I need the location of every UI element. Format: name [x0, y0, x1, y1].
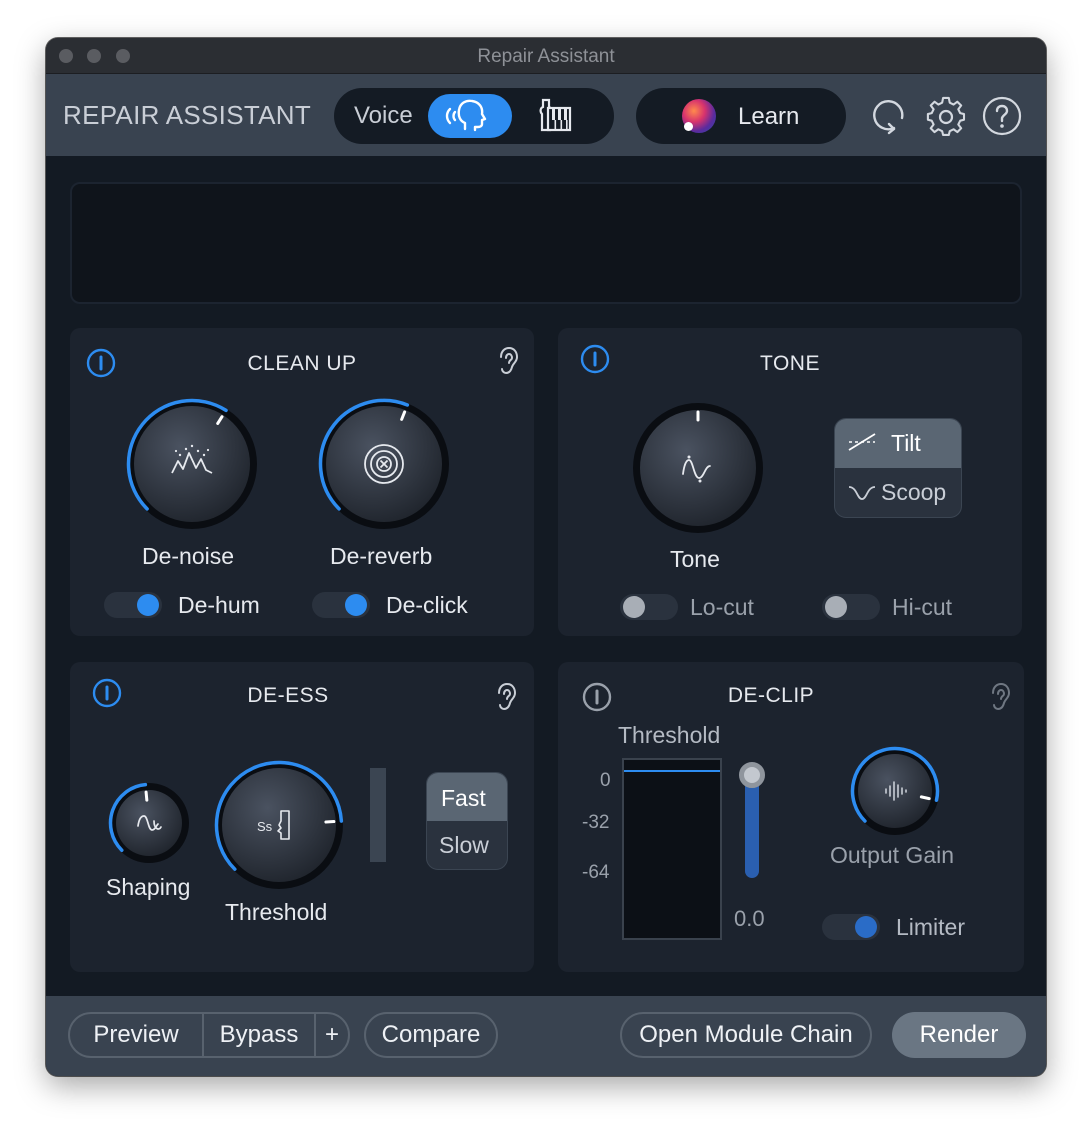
title-bar: Repair Assistant [46, 38, 1046, 74]
compare-button[interactable]: Compare [364, 1012, 498, 1058]
open-module-chain-button[interactable]: Open Module Chain [620, 1012, 872, 1058]
declip-listen-ear-icon[interactable] [988, 682, 1012, 712]
hicut-label: Hi-cut [892, 594, 953, 620]
locut-label: Lo-cut [690, 594, 754, 620]
music-piano-icon [539, 98, 572, 132]
dehum-label: De-hum [178, 592, 260, 618]
hicut-toggle[interactable] [822, 594, 880, 620]
music-mode-button[interactable] [530, 94, 586, 138]
gear-icon[interactable] [926, 96, 966, 136]
tone-panel: TONE Tone Tilt Scoop Lo-cut Hi-cut [558, 328, 1022, 636]
deess-panel: DE-ESS Shaping Ss Threshold Fast Slow [70, 662, 534, 972]
deess-title: DE-ESS [247, 684, 329, 707]
deess-threshold-knob[interactable]: Ss [212, 758, 346, 892]
deess-listen-ear-icon[interactable] [494, 682, 518, 712]
denoise-knob[interactable] [124, 396, 260, 532]
shaping-knob[interactable] [106, 780, 192, 866]
tone-knob[interactable] [630, 400, 766, 536]
bypass-button[interactable]: Bypass [204, 1014, 314, 1056]
tone-label: Tone [670, 546, 720, 572]
tilt-label: Tilt [891, 430, 921, 456]
locut-toggle-thumb [623, 596, 645, 618]
dereverb-knob[interactable] [316, 396, 452, 532]
tone-mode-selector: Tilt Scoop [834, 418, 962, 518]
window-title: Repair Assistant [477, 46, 615, 67]
declip-scale-0: 0 [600, 770, 611, 791]
declip-threshold-slider-handle[interactable] [739, 762, 765, 788]
declip-scale-32: -32 [582, 812, 610, 833]
main-body: CLEAN UP De-noise De-reverb De-hum De-cl… [46, 156, 1046, 996]
dereverb-icon [364, 444, 404, 484]
declick-toggle-thumb [345, 594, 367, 616]
dehum-toggle[interactable] [104, 592, 162, 618]
mode-segmented-control: Voice [334, 88, 614, 144]
declip-scale-64: -64 [582, 862, 610, 883]
learn-label: Learn [738, 103, 800, 130]
dehum-toggle-thumb [137, 594, 159, 616]
app-title: REPAIR ASSISTANT [63, 100, 312, 130]
limiter-label: Limiter [896, 914, 966, 940]
limiter-toggle[interactable] [822, 914, 880, 940]
learn-button[interactable]: Learn [636, 88, 846, 144]
waveform-display [70, 182, 1022, 304]
tone-title: TONE [760, 352, 820, 375]
locut-toggle[interactable] [620, 594, 678, 620]
fast-label: Fast [441, 785, 486, 811]
dereverb-label: De-reverb [330, 543, 433, 569]
cleanup-title: CLEAN UP [247, 352, 357, 375]
declip-threshold-line [624, 770, 720, 772]
output-gain-knob[interactable] [848, 744, 942, 838]
declip-threshold-value: 0.0 [734, 906, 765, 931]
knob-body [134, 406, 250, 522]
tone-mode-scoop[interactable]: Scoop [835, 469, 961, 517]
declip-threshold-label: Threshold [618, 722, 721, 748]
voice-label: Voice [354, 102, 413, 129]
render-button[interactable]: Render [892, 1012, 1026, 1058]
learn-orb-dot [684, 122, 693, 131]
deess-speed-slow[interactable]: Slow [427, 822, 507, 869]
slow-label: Slow [439, 832, 489, 858]
voice-head-icon [445, 99, 487, 132]
help-icon[interactable] [982, 96, 1022, 136]
voice-mode-button[interactable] [428, 94, 512, 138]
tilt-icon [848, 433, 876, 451]
knob-body [640, 410, 756, 526]
declip-title: DE-CLIP [727, 684, 815, 707]
repair-assistant-window: Repair Assistant REPAIR ASSISTANT Voice [46, 38, 1046, 1076]
knob-pointer [919, 795, 931, 801]
app-header: REPAIR ASSISTANT Voice Learn [46, 74, 1046, 156]
declick-label: De-click [386, 592, 468, 618]
knob-body [858, 754, 932, 828]
declip-panel: DE-CLIP Threshold 0 -32 -64 0.0 Output G… [558, 662, 1024, 972]
declip-waveform-meter [622, 758, 722, 940]
limiter-toggle-thumb [855, 916, 877, 938]
cleanup-listen-ear-icon[interactable] [496, 346, 520, 376]
reset-icon[interactable] [870, 96, 910, 136]
declick-toggle[interactable] [312, 592, 370, 618]
preview-button[interactable]: Preview [70, 1014, 202, 1056]
output-gain-label: Output Gain [830, 842, 955, 868]
knob-pointer [144, 790, 149, 802]
deess-threshold-label: Threshold [225, 899, 328, 925]
knob-body [116, 790, 182, 856]
deess-level-meter [370, 768, 386, 862]
add-bypass-button[interactable]: + [316, 1014, 348, 1056]
scoop-label: Scoop [881, 479, 947, 505]
denoise-label: De-noise [142, 543, 235, 569]
hicut-toggle-thumb [825, 596, 847, 618]
svg-text:Ss: Ss [257, 819, 273, 834]
knob-pointer [324, 820, 336, 824]
cleanup-panel: CLEAN UP De-noise De-reverb De-hum De-cl… [70, 328, 534, 636]
deess-speed-selector: Fast Slow [426, 772, 508, 870]
preview-bypass-group: Preview Bypass + [68, 1012, 350, 1058]
tone-mode-tilt[interactable]: Tilt [835, 419, 961, 468]
deess-speed-fast[interactable]: Fast [427, 773, 507, 821]
footer-bar: Preview Bypass + Compare Open Module Cha… [46, 996, 1046, 1076]
scoop-icon [848, 486, 876, 500]
shaping-label: Shaping [106, 874, 191, 900]
